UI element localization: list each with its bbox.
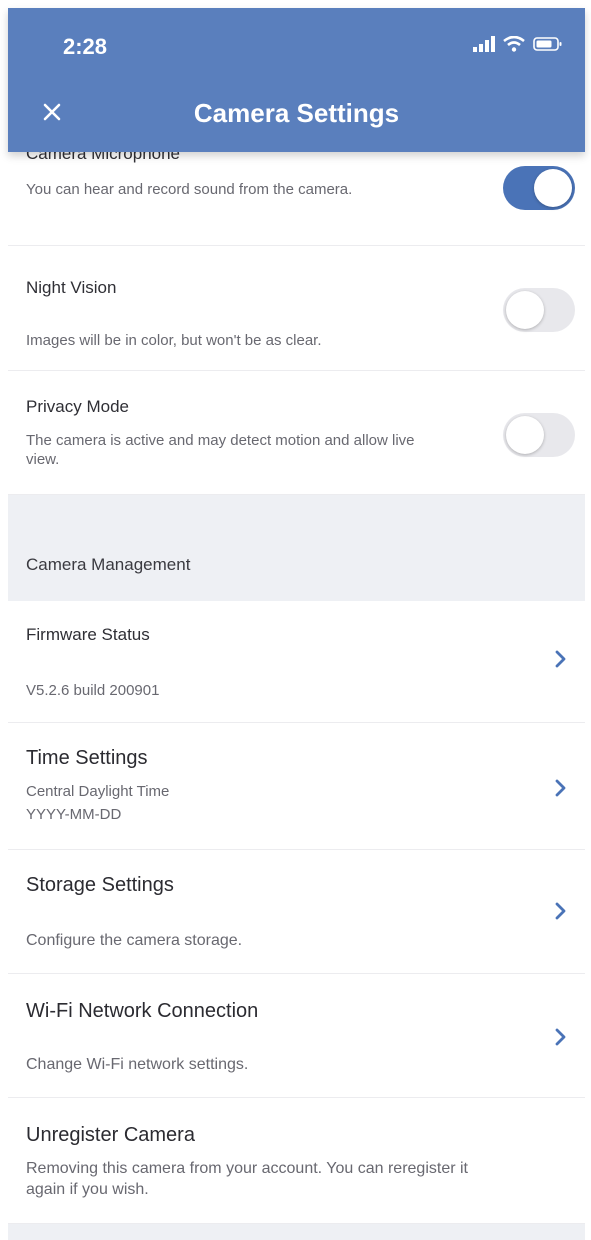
toggle-knob bbox=[534, 169, 572, 207]
screen: 2:28 Camera Settings Camera Microphone Y… bbox=[0, 0, 591, 1240]
setting-row-wifi-network[interactable]: Wi-Fi Network Connection Change Wi-Fi ne… bbox=[8, 974, 585, 1098]
setting-row-firmware-status[interactable]: Firmware Status V5.2.6 build 200901 bbox=[8, 601, 585, 723]
bottom-band bbox=[8, 1224, 585, 1240]
battery-icon bbox=[533, 36, 563, 57]
setting-title: Wi-Fi Network Connection bbox=[26, 1000, 259, 1022]
setting-description: V5.2.6 build 200901 bbox=[26, 682, 160, 699]
chevron-right-icon bbox=[555, 1028, 566, 1046]
setting-title: Storage Settings bbox=[26, 874, 174, 896]
setting-row-unregister-camera[interactable]: Unregister Camera Removing this camera f… bbox=[8, 1098, 585, 1224]
settings-list: Camera Microphone You can hear and recor… bbox=[8, 144, 585, 1240]
setting-title: Firmware Status bbox=[26, 625, 150, 644]
chevron-right-icon bbox=[555, 902, 566, 920]
setting-row-privacy-mode: Privacy Mode The camera is active and ma… bbox=[8, 371, 585, 495]
wifi-icon bbox=[503, 35, 525, 57]
toggle-knob bbox=[506, 291, 544, 329]
setting-description: You can hear and record sound from the c… bbox=[26, 181, 353, 198]
cellular-signal-icon bbox=[473, 36, 495, 57]
chevron-right-icon bbox=[555, 650, 566, 668]
status-time: 2:28 bbox=[63, 34, 108, 59]
night-vision-toggle[interactable] bbox=[503, 288, 575, 332]
setting-title: Privacy Mode bbox=[26, 397, 129, 416]
setting-description: YYYY-MM-DD bbox=[26, 806, 122, 823]
section-header: Camera Management bbox=[8, 495, 585, 601]
setting-row-camera-microphone: Camera Microphone You can hear and recor… bbox=[8, 144, 585, 246]
setting-row-night-vision: Night Vision Images will be in color, bu… bbox=[8, 246, 585, 371]
setting-description: The camera is active and may detect moti… bbox=[26, 432, 415, 468]
camera-microphone-toggle[interactable] bbox=[503, 166, 575, 210]
setting-title: Night Vision bbox=[26, 278, 117, 297]
setting-description: Removing this camera from your account. … bbox=[26, 1160, 468, 1198]
chevron-right-icon bbox=[555, 779, 566, 797]
app-header: 2:28 Camera Settings bbox=[8, 8, 585, 152]
setting-description: Images will be in color, but won't be as… bbox=[26, 332, 322, 349]
toggle-knob bbox=[506, 416, 544, 454]
setting-description: Configure the camera storage. bbox=[26, 932, 243, 949]
setting-title: Unregister Camera bbox=[26, 1124, 195, 1146]
setting-row-storage-settings[interactable]: Storage Settings Configure the camera st… bbox=[8, 850, 585, 974]
status-icons bbox=[473, 35, 563, 57]
setting-description: Central Daylight Time bbox=[26, 783, 170, 800]
setting-title: Time Settings bbox=[26, 747, 148, 769]
section-label: Camera Management bbox=[26, 555, 191, 574]
setting-row-time-settings[interactable]: Time Settings Central Daylight Time YYYY… bbox=[8, 723, 585, 850]
privacy-mode-toggle[interactable] bbox=[503, 413, 575, 457]
page-title: Camera Settings bbox=[193, 98, 400, 128]
setting-description: Change Wi-Fi network settings. bbox=[26, 1056, 249, 1073]
